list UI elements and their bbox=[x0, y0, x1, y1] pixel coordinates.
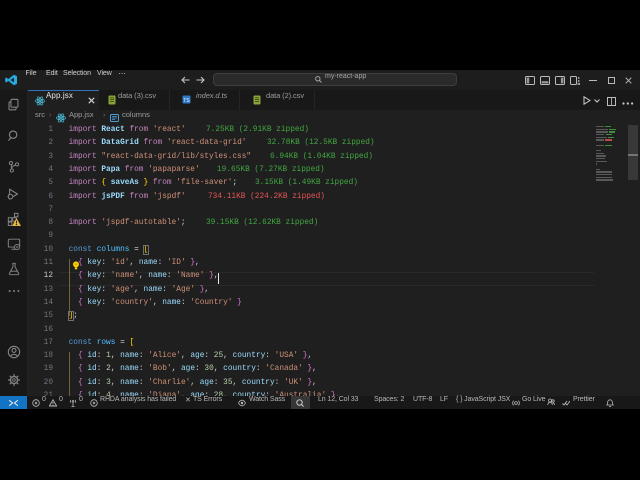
svg-text:TS: TS bbox=[183, 98, 190, 104]
